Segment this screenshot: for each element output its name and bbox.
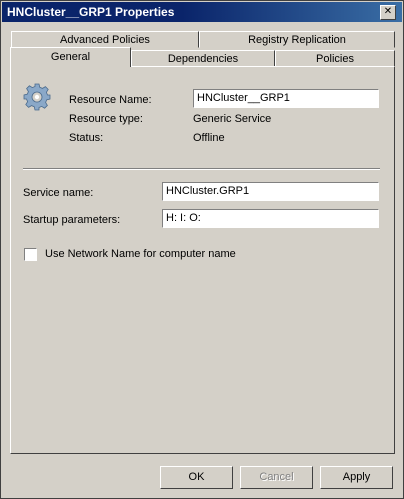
startup-parameters-label: Startup parameters: <box>23 214 121 226</box>
tab-label: Registry Replication <box>248 34 346 46</box>
resource-type-value: Generic Service <box>193 113 272 125</box>
window-title: HNCluster__GRP1 Properties <box>7 5 175 19</box>
ok-button[interactable]: OK <box>160 466 233 489</box>
tab-registry-replication[interactable]: Registry Replication <box>199 31 395 48</box>
cancel-button[interactable]: Cancel <box>240 466 313 489</box>
tab-label: Advanced Policies <box>60 34 150 46</box>
tab-label: General <box>50 51 91 63</box>
gear-icon <box>23 83 51 111</box>
resource-name-input[interactable]: HNCluster__GRP1 <box>193 89 379 108</box>
startup-parameters-input[interactable]: H: I: O: <box>162 209 379 228</box>
tab-label: Dependencies <box>167 53 239 65</box>
use-network-name-label[interactable]: Use Network Name for computer name <box>45 248 236 260</box>
tab-dependencies[interactable]: Dependencies <box>131 50 275 67</box>
close-icon: ✕ <box>383 6 393 17</box>
tab-general[interactable]: General <box>10 47 131 67</box>
status-value: Offline <box>193 132 225 144</box>
status-label: Status: <box>69 132 104 144</box>
resource-type-label: Resource type: <box>69 113 143 125</box>
service-name-label: Service name: <box>23 187 94 199</box>
close-button[interactable]: ✕ <box>380 5 396 20</box>
service-name-input[interactable]: HNCluster.GRP1 <box>162 182 379 201</box>
use-network-name-checkbox[interactable] <box>24 248 37 261</box>
apply-button[interactable]: Apply <box>320 466 393 489</box>
resource-name-label: Resource Name: <box>69 94 152 106</box>
tab-label: Policies <box>316 53 354 65</box>
tab-policies[interactable]: Policies <box>275 50 395 67</box>
separator <box>23 168 380 170</box>
title-bar[interactable]: HNCluster__GRP1 Properties ✕ <box>2 2 402 22</box>
properties-dialog: HNCluster__GRP1 Properties ✕ Advanced Po… <box>0 0 404 499</box>
tab-advanced-policies[interactable]: Advanced Policies <box>11 31 199 48</box>
